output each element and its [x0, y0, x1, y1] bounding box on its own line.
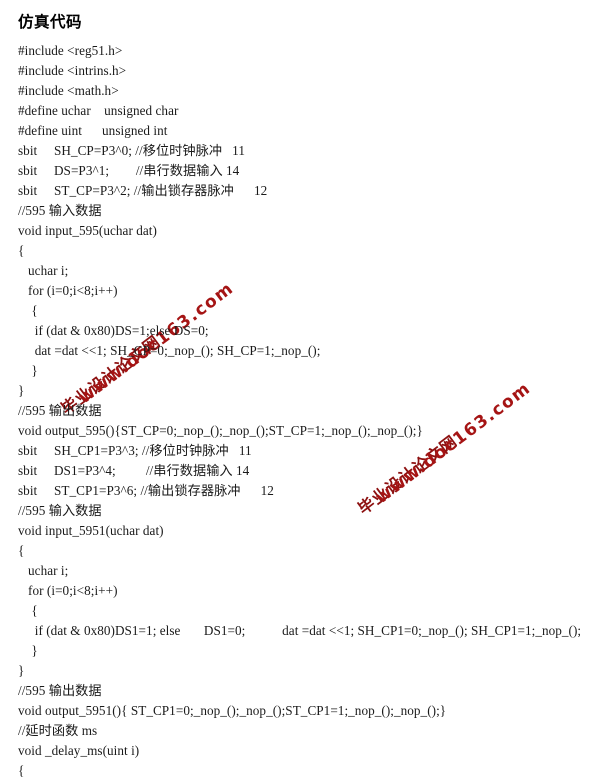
code-line: } [18, 383, 25, 398]
code-line: if (dat & 0x80)DS1=1; else DS1=0; dat =d… [18, 623, 582, 638]
code-line: { [18, 543, 25, 558]
code-line: sbit ST_CP=P3^2; //输出锁存器脉冲 12 [18, 183, 268, 198]
code-line: #define uint unsigned int [18, 123, 168, 138]
code-line: uchar i; [18, 563, 69, 578]
code-line: #include <reg51.h> [18, 43, 123, 58]
code-line: dat =dat <<1; SH_CP=0;_nop_(); SH_CP=1;_… [18, 343, 321, 358]
code-line: void _delay_ms(uint i) [18, 743, 140, 758]
code-block: #include <reg51.h> #include <intrins.h> #i… [0, 41, 609, 778]
code-line: void output_595(){ST_CP=0;_nop_();_nop_(… [18, 423, 423, 438]
code-line: for (i=0;i<8;i++) [18, 283, 118, 298]
code-line: #define uchar unsigned char [18, 103, 179, 118]
code-line: //595 输入数据 [18, 503, 102, 518]
code-line: void output_5951(){ ST_CP1=0;_nop_();_no… [18, 703, 447, 718]
code-line: { [18, 303, 38, 318]
code-line: #include <math.h> [18, 83, 119, 98]
code-line: //595 输入数据 [18, 203, 102, 218]
code-line: //595 输出数据 [18, 403, 102, 418]
page-title: 仿真代码 [18, 13, 83, 31]
code-line: for (i=0;i<8;i++) [18, 583, 118, 598]
code-line: { [18, 243, 25, 258]
code-line: sbit SH_CP1=P3^3; //移位时钟脉冲 11 [18, 443, 252, 458]
code-line: } [18, 363, 38, 378]
code-line: sbit DS=P3^1; //串行数据输入 14 [18, 163, 240, 178]
code-line: } [18, 663, 25, 678]
code-line: //595 输出数据 [18, 683, 102, 698]
code-line: if (dat & 0x80)DS=1;else DS=0; [18, 323, 209, 338]
code-line: { [18, 763, 25, 778]
document-page: 仿真代码 #include <reg51.h> #include <intrins… [0, 0, 609, 778]
code-line: { [18, 603, 38, 618]
code-line: void input_595(uchar dat) [18, 223, 157, 238]
code-line: sbit ST_CP1=P3^6; //输出锁存器脉冲 12 [18, 483, 274, 498]
code-line: uchar i; [18, 263, 69, 278]
code-line: sbit SH_CP=P3^0; //移位时钟脉冲 11 [18, 143, 245, 158]
code-line: } [18, 643, 38, 658]
code-line: //延时函数 ms [18, 723, 98, 738]
code-line: void input_5951(uchar dat) [18, 523, 164, 538]
code-line: #include <intrins.h> [18, 63, 127, 78]
code-line: sbit DS1=P3^4; //串行数据输入 14 [18, 463, 250, 478]
